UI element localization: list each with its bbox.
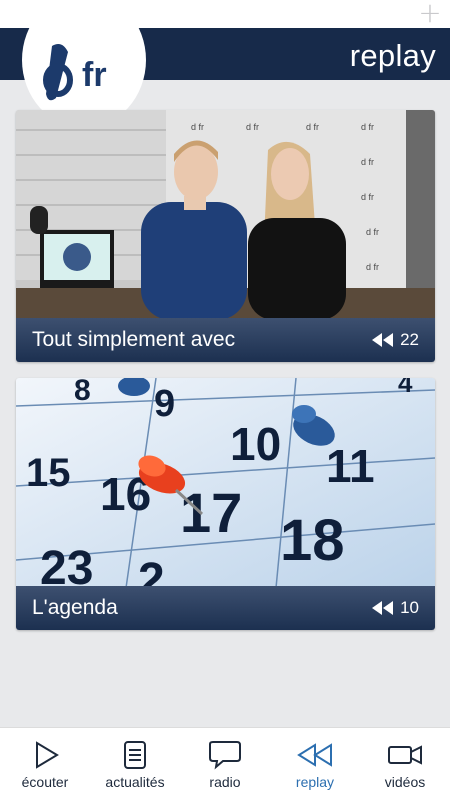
svg-text:d fr: d fr [361, 122, 374, 132]
nav-label: radio [209, 774, 241, 790]
video-camera-icon [388, 745, 422, 765]
svg-text:d fr: d fr [361, 192, 374, 202]
replay-card-agenda[interactable]: 8 9 4 10 11 15 16 17 18 23 2 L'agenda 10 [16, 378, 435, 630]
day-11: 11 [326, 440, 375, 492]
nav-label: actualités [105, 774, 165, 790]
nav-actualites[interactable]: actualités [90, 728, 180, 800]
svg-text:d fr: d fr [306, 122, 319, 132]
play-icon [36, 741, 59, 769]
day-10: 10 [230, 418, 281, 470]
svg-text:d fr: d fr [361, 157, 374, 167]
svg-text:d fr: d fr [191, 122, 204, 132]
replay-list: d frd frd frd fr d frd fr d frd fr d frd… [16, 110, 435, 646]
episode-count-value: 10 [400, 598, 419, 617]
day-23: 23 [40, 542, 93, 588]
rewind-icon [297, 743, 332, 767]
card-footer: L'agenda 10 [16, 586, 435, 630]
news-icon [124, 741, 146, 769]
chat-bubble-icon [209, 741, 241, 770]
rewind-icon [372, 333, 394, 347]
episode-count-value: 22 [400, 330, 419, 349]
card-title: L'agenda [32, 596, 118, 619]
header: fr replay [0, 0, 450, 128]
calendar-photo: 8 9 4 10 11 15 16 17 18 23 2 [16, 378, 435, 588]
svg-text:d fr: d fr [246, 122, 259, 132]
nav-radio[interactable]: radio [180, 728, 270, 800]
studio-photo: d frd frd frd fr d frd fr d frd fr d frd… [16, 110, 435, 320]
nav-replay[interactable]: replay [270, 728, 360, 800]
svg-text:d fr: d fr [366, 262, 379, 272]
card-title: Tout simplement avec [32, 328, 236, 351]
logo-text: fr [82, 56, 107, 94]
day-9: 9 [154, 383, 175, 425]
day-18: 18 [280, 508, 345, 573]
nav-label: replay [295, 774, 335, 790]
nav-videos[interactable]: vidéos [360, 728, 450, 800]
day-8: 8 [74, 378, 91, 407]
replay-card-tout-simplement[interactable]: d frd frd frd fr d frd fr d frd fr d frd… [16, 110, 435, 362]
rewind-icon [372, 601, 394, 615]
day-4: 4 [398, 378, 413, 398]
nav-label: écouter [21, 774, 69, 790]
card-footer: Tout simplement avec 22 [16, 318, 435, 362]
episode-count: 10 [372, 598, 435, 618]
page-title: replay [349, 38, 436, 73]
nav-label: vidéos [384, 774, 426, 790]
day-15: 15 [26, 451, 71, 495]
plus-icon[interactable]: + [418, 0, 442, 27]
nav-ecouter[interactable]: écouter [0, 728, 90, 800]
day-17: 17 [180, 481, 242, 544]
day-2: 2 [138, 554, 165, 588]
bottom-nav: écouter actualités radio replay vidéos [0, 727, 450, 800]
episode-count: 22 [372, 330, 435, 350]
svg-text:d fr: d fr [366, 227, 379, 237]
logo[interactable]: fr [42, 42, 134, 104]
